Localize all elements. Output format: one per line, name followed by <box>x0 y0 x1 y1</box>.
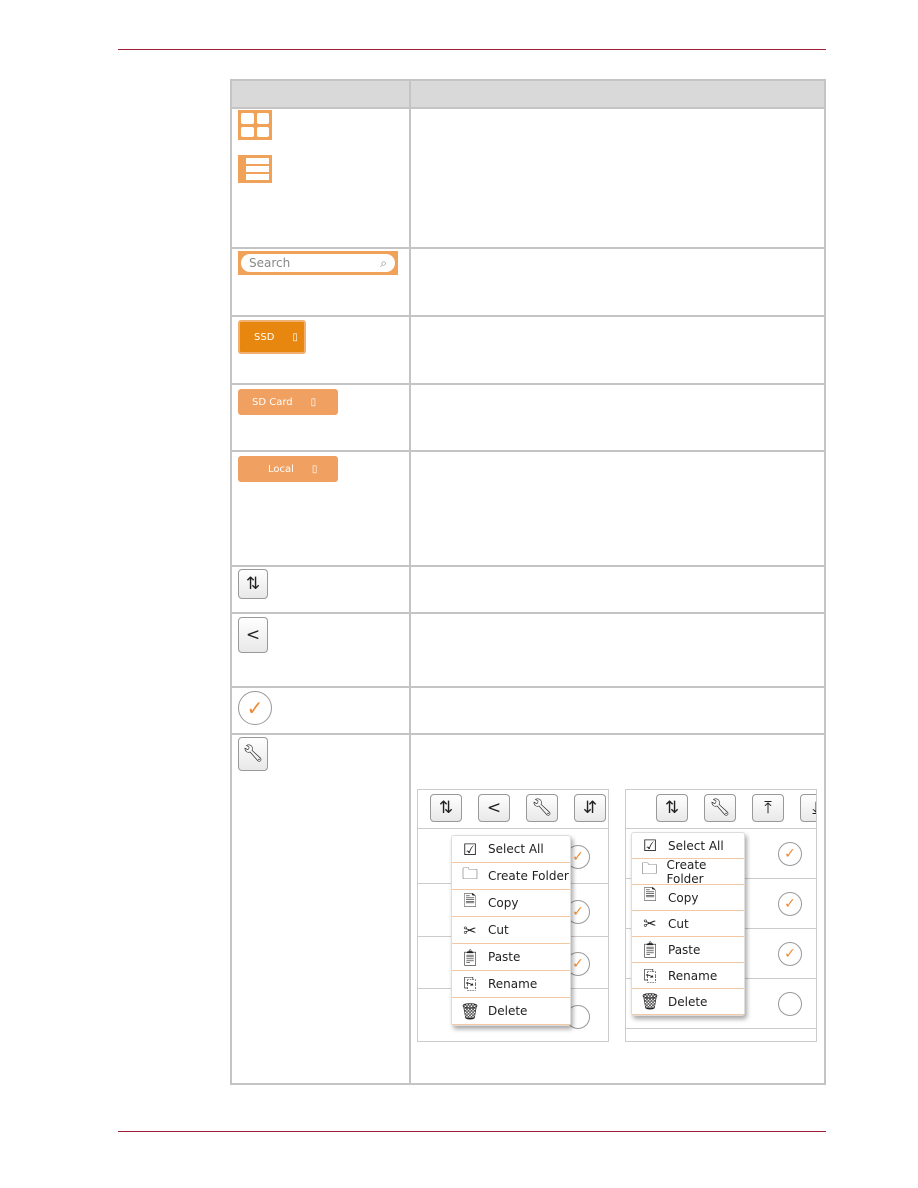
table-row <box>232 247 824 249</box>
checkmark-icon: ✓ <box>238 691 272 725</box>
table-row <box>232 315 824 317</box>
menu-item-label: Rename <box>668 968 718 983</box>
phone-icon: ▯ <box>311 463 318 475</box>
menu-screenshot-right: ⇅🔧︎⤒⤓ ✓✓✓ ☑Select All🗀Create Folder🗎Copy… <box>625 789 817 1042</box>
list-view-icon <box>238 155 272 183</box>
menu-item-label: Delete <box>488 1004 528 1018</box>
sync-icon: ⇅ <box>430 794 462 822</box>
upload-icon: ⤒ <box>752 794 784 822</box>
wrench-icon: 🔧︎ <box>238 737 268 771</box>
column-divider <box>409 81 411 1083</box>
table-header <box>232 81 824 107</box>
ssd-label: SSD <box>254 331 275 343</box>
menu-item-label: Create Folder <box>666 857 707 886</box>
table-row <box>232 612 824 614</box>
menu-item-label: Copy <box>488 896 519 910</box>
wrench-icon: 🔧︎ <box>704 794 736 822</box>
table-row <box>232 450 824 452</box>
menu-screenshot-left: ⇅ < 🔧︎ ⇵ ✓ ✓ ✓ ☑ Select All 🗀 Create Folder 🗎 Copy… <box>417 789 609 1042</box>
menu-item-label: Create Folder <box>488 869 569 883</box>
table-row <box>232 686 824 688</box>
menu-item[interactable]: ⎘ Rename <box>452 971 570 998</box>
footer-rule <box>118 1131 826 1132</box>
download-icon: ⤓ <box>800 794 816 822</box>
menu-item-label: Select All <box>668 838 724 853</box>
icon-table: Search ⌕ SSD ▯ SD Card ▯ Local ▯ ⇅ < ✓ 🔧︎ ⇅ <… <box>230 79 826 1085</box>
menu-item[interactable]: 🗎 Copy <box>452 890 570 917</box>
menu-item[interactable]: ☑ Select All <box>452 836 570 863</box>
menu-item-icon: 🗑 <box>459 1001 481 1021</box>
menu-item-icon: 🗀 <box>461 863 478 883</box>
menu-item-icon: 📋︎ <box>639 940 661 959</box>
menu-item-icon: 📋︎ <box>459 947 481 967</box>
share-icon: < <box>238 617 268 653</box>
local-label: Local <box>268 463 294 475</box>
menu-item-icon: ☑ <box>462 839 478 859</box>
menu-item-label: Delete <box>668 994 708 1009</box>
menu-item-icon: 🗀 <box>641 859 658 878</box>
sync-icon: ⇅ <box>656 794 688 822</box>
table-row <box>232 733 824 735</box>
menu-item-icon: 🗑 <box>639 992 661 1011</box>
share-icon: < <box>478 794 510 822</box>
menu-item[interactable]: 📋︎ Paste <box>452 944 570 971</box>
table-row <box>232 383 824 385</box>
menu-item-label: Rename <box>488 977 538 991</box>
search-placeholder: Search <box>249 256 291 270</box>
menu-item-label: Copy <box>668 890 699 905</box>
sync-icon: ⇅ <box>238 569 268 599</box>
menu-item[interactable]: 🗑 Delete <box>632 989 744 1015</box>
menu-item[interactable]: ✂ Cut <box>452 917 570 944</box>
context-menu: ☑ Select All 🗀 Create Folder 🗎 Copy ✂ Cut 📋︎ Past… <box>631 832 745 1016</box>
menu-item-label: Cut <box>668 916 689 931</box>
menu-item[interactable]: 📋︎ Paste <box>632 937 744 963</box>
menu-item-icon: ⎘ <box>463 974 477 993</box>
sort-icon: ⇵ <box>574 794 606 822</box>
menu-item-label: Cut <box>488 923 509 937</box>
menu-item-icon: ⎘ <box>643 965 657 985</box>
menu-item[interactable]: ☑ Select All <box>632 833 744 859</box>
menu-item-icon: ✂ <box>463 920 477 940</box>
search-input: Search ⌕ <box>238 251 398 275</box>
menu-item-icon: ✂ <box>643 914 657 933</box>
context-menu: ☑ Select All 🗀 Create Folder 🗎 Copy ✂ Cut 📋︎ Past… <box>451 835 571 1026</box>
magnifier-icon: ⌕ <box>380 255 387 270</box>
manual-page: Search ⌕ SSD ▯ SD Card ▯ Local ▯ ⇅ < ✓ 🔧︎ ⇅ <… <box>0 0 918 1188</box>
wrench-icon: 🔧︎ <box>526 794 558 822</box>
table-row <box>232 565 824 567</box>
sd-card-icon: ▯ <box>310 396 317 408</box>
menu-item[interactable]: 🗀 Create Folder <box>452 863 570 890</box>
menu-item[interactable]: 🗀 Create Folder <box>632 857 744 886</box>
menu-item[interactable]: ⎘ Rename <box>632 963 744 989</box>
menu-item[interactable]: ✂ Cut <box>632 911 744 937</box>
local-button: Local ▯ <box>238 456 338 482</box>
ssd-icon: ▯ <box>292 331 298 343</box>
menu-item-label: Paste <box>488 950 521 964</box>
ssd-button: SSD ▯ <box>238 320 306 354</box>
menu-item[interactable]: 🗑 Delete <box>452 998 570 1025</box>
menu-item-icon: ☑ <box>642 836 658 855</box>
menu-item-label: Select All <box>488 842 544 856</box>
table-row <box>232 107 824 109</box>
menu-item-icon: 🗎 <box>463 890 477 910</box>
sd-card-button: SD Card ▯ <box>238 389 338 415</box>
grid-view-icon <box>238 110 272 140</box>
menu-item-icon: 🗎 <box>643 885 657 904</box>
header-rule <box>118 49 826 50</box>
sd-card-label: SD Card <box>252 396 293 408</box>
menu-item[interactable]: 🗎 Copy <box>632 885 744 911</box>
menu-item-label: Paste <box>668 942 701 957</box>
